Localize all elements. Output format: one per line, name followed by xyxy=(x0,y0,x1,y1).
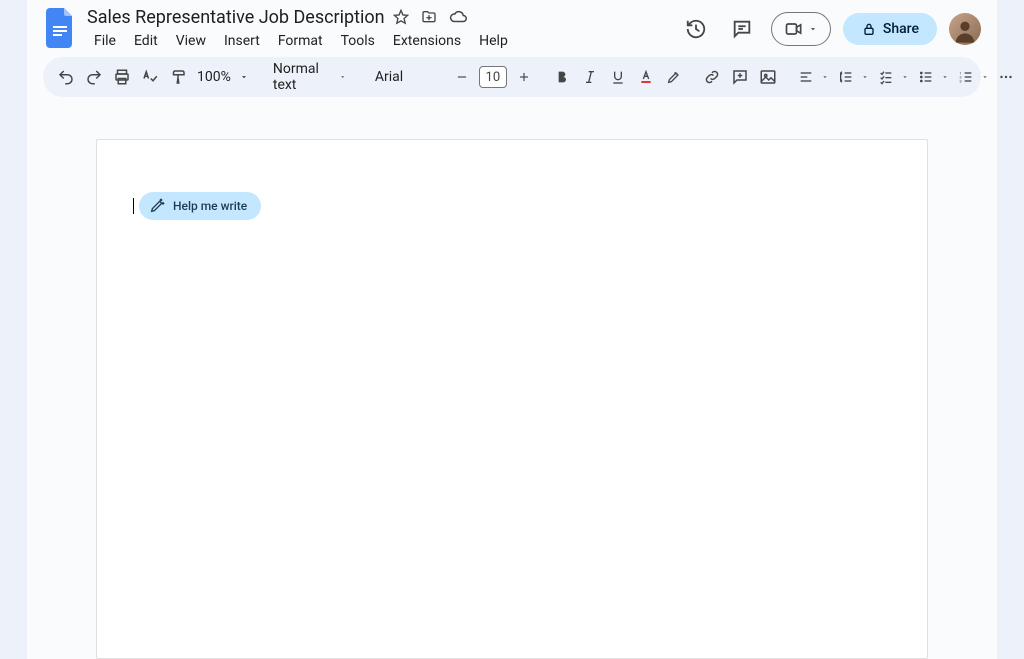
page[interactable]: Help me write xyxy=(96,139,928,659)
zoom-value: 100% xyxy=(197,69,231,85)
version-history-button[interactable] xyxy=(679,12,713,46)
align-dropdown[interactable] xyxy=(793,63,831,91)
undo-button[interactable] xyxy=(53,63,79,91)
underline-button[interactable] xyxy=(605,63,631,91)
spellcheck-button[interactable] xyxy=(137,63,163,91)
toolbar: 100% Normal text Arial 10 xyxy=(43,57,981,97)
menu-edit[interactable]: Edit xyxy=(127,31,165,51)
decrease-font-size-button[interactable] xyxy=(449,63,475,91)
numbered-list-dropdown[interactable]: 123 xyxy=(953,63,991,91)
share-button[interactable]: Share xyxy=(843,13,937,45)
font-dropdown[interactable]: Arial xyxy=(367,69,437,85)
bulleted-list-dropdown[interactable] xyxy=(913,63,951,91)
cloud-status-icon[interactable] xyxy=(449,8,467,26)
line-spacing-dropdown[interactable] xyxy=(833,63,871,91)
help-me-write-chip[interactable]: Help me write xyxy=(139,192,261,220)
app-header: Sales Representative Job Description Fil… xyxy=(27,0,997,51)
redo-button[interactable] xyxy=(81,63,107,91)
share-button-label: Share xyxy=(883,21,919,37)
docs-logo[interactable] xyxy=(43,10,79,46)
move-icon[interactable] xyxy=(421,9,437,25)
font-size-value: 10 xyxy=(486,70,501,85)
checklist-dropdown[interactable] xyxy=(873,63,911,91)
more-options-button[interactable] xyxy=(993,63,1019,91)
doc-title[interactable]: Sales Representative Job Description xyxy=(87,7,385,28)
text-cursor xyxy=(133,198,134,214)
highlight-color-button[interactable] xyxy=(661,63,687,91)
insert-link-button[interactable] xyxy=(699,63,725,91)
text-color-button[interactable] xyxy=(633,63,659,91)
help-me-write-label: Help me write xyxy=(173,199,247,213)
account-avatar[interactable] xyxy=(949,13,981,45)
zoom-dropdown[interactable]: 100% xyxy=(193,69,253,85)
increase-font-size-button[interactable] xyxy=(511,63,537,91)
menu-help[interactable]: Help xyxy=(472,31,515,51)
insert-image-button[interactable] xyxy=(755,63,781,91)
menu-format[interactable]: Format xyxy=(271,31,330,51)
add-comment-button[interactable] xyxy=(727,63,753,91)
paint-format-button[interactable] xyxy=(165,63,191,91)
menu-insert[interactable]: Insert xyxy=(217,31,267,51)
svg-text:3: 3 xyxy=(959,78,961,83)
magic-pen-icon xyxy=(149,198,165,214)
paragraph-style-dropdown[interactable]: Normal text xyxy=(265,61,355,93)
star-icon[interactable] xyxy=(393,9,409,25)
menu-file[interactable]: File xyxy=(87,31,123,51)
comments-button[interactable] xyxy=(725,12,759,46)
menu-extensions[interactable]: Extensions xyxy=(386,31,468,51)
font-value: Arial xyxy=(375,69,403,85)
menu-view[interactable]: View xyxy=(169,31,213,51)
menu-tools[interactable]: Tools xyxy=(334,31,382,51)
font-size-input[interactable]: 10 xyxy=(479,66,507,88)
menu-bar: File Edit View Insert Format Tools Exten… xyxy=(87,31,679,51)
italic-button[interactable] xyxy=(577,63,603,91)
bold-button[interactable] xyxy=(549,63,575,91)
paragraph-style-value: Normal text xyxy=(273,61,328,93)
meet-button[interactable] xyxy=(771,12,831,46)
print-button[interactable] xyxy=(109,63,135,91)
